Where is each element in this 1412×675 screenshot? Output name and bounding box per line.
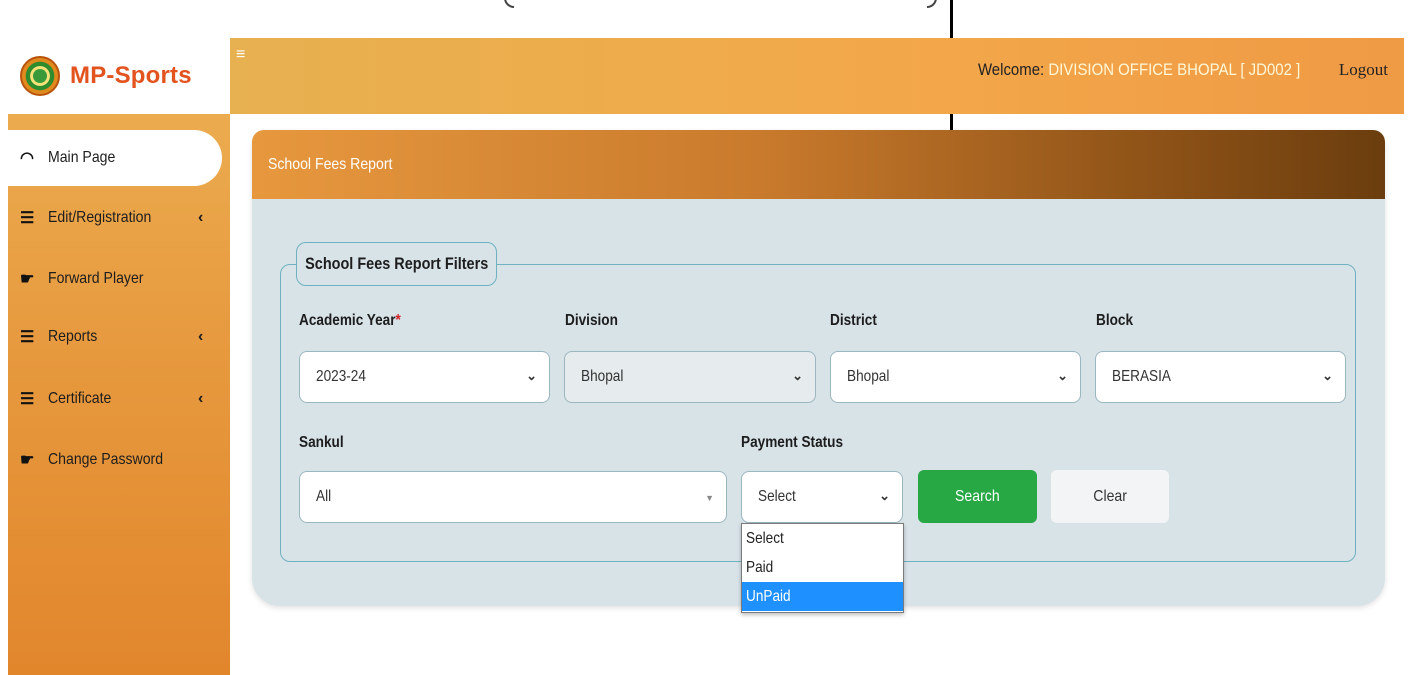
welcome-text: Welcome: DIVISION OFFICE BHOPAL [ JD002 … <box>978 60 1300 80</box>
chevron-down-icon: ⌄ <box>526 368 537 383</box>
sidebar-item-label: Reports <box>48 328 98 345</box>
hamburger-menu-icon[interactable]: ≡ <box>236 46 245 64</box>
chevron-left-icon: ‹ <box>198 390 204 407</box>
sidebar: ◠ Main Page ☰ Edit/Registration ‹ ☛ Forw… <box>8 114 230 675</box>
district-select[interactable]: Bhopal ⌄ <box>830 351 1081 403</box>
block-select[interactable]: BERASIA ⌄ <box>1095 351 1346 403</box>
sidebar-item-main-page[interactable]: ◠ Main Page <box>8 130 222 186</box>
page-title: School Fees Report <box>268 156 393 173</box>
chevron-down-icon: ⌄ <box>1057 368 1068 383</box>
clear-button[interactable]: Clear <box>1051 470 1169 523</box>
app-name: MP-Sports <box>70 62 192 89</box>
hand-point-icon: ☛ <box>20 452 35 469</box>
search-button[interactable]: Search <box>918 470 1037 523</box>
welcome-user: DIVISION OFFICE BHOPAL [ JD002 ] <box>1048 60 1300 79</box>
sidebar-item-label: Certificate <box>48 390 112 407</box>
list-icon: ☰ <box>20 210 35 227</box>
sidebar-item-label: Change Password <box>48 451 164 468</box>
payment-status-label: Payment Status <box>741 434 844 451</box>
block-label: Block <box>1096 312 1134 329</box>
app-logo[interactable]: MP-Sports <box>8 38 230 114</box>
welcome-prefix: Welcome: <box>977 60 1049 79</box>
payment-status-options: Select Paid UnPaid <box>741 523 904 613</box>
annotation-bracket-left <box>504 0 514 8</box>
list-icon: ☰ <box>20 391 35 408</box>
sankul-select[interactable]: All ▼ <box>299 471 727 523</box>
sidebar-item-edit-registration[interactable]: ☰ Edit/Registration ‹ <box>8 188 230 248</box>
sidebar-item-reports[interactable]: ☰ Reports ‹ <box>8 307 230 367</box>
division-select: Bhopal ⌄ <box>564 351 816 403</box>
hand-point-icon: ☛ <box>20 271 35 288</box>
option-select[interactable]: Select <box>742 524 903 553</box>
chevron-down-icon: ⌄ <box>1322 368 1333 383</box>
annotation-bracket-right <box>927 0 937 8</box>
chevron-down-icon: ⌄ <box>792 368 803 383</box>
filters-legend: School Fees Report Filters <box>296 242 497 286</box>
sidebar-item-certificate[interactable]: ☰ Certificate ‹ <box>8 369 230 429</box>
gauge-icon: ◠ <box>20 150 34 167</box>
chevron-left-icon: ‹ <box>198 328 204 345</box>
top-bar: ≡ Welcome: DIVISION OFFICE BHOPAL [ JD00… <box>230 38 1404 114</box>
sidebar-item-forward-player[interactable]: ☛ Forward Player <box>8 249 230 309</box>
academic-year-select[interactable]: 2023-24 ⌄ <box>299 351 550 403</box>
district-label: District <box>830 312 877 329</box>
sidebar-item-label: Main Page <box>48 149 116 166</box>
option-paid[interactable]: Paid <box>742 553 903 582</box>
sidebar-item-label: Edit/Registration <box>48 209 152 226</box>
chevron-down-icon: ⌄ <box>879 488 890 503</box>
sankul-label: Sankul <box>299 434 344 451</box>
sidebar-item-change-password[interactable]: ☛ Change Password <box>8 430 230 490</box>
division-label: Division <box>565 312 618 329</box>
academic-year-label: Academic Year* <box>299 312 401 329</box>
payment-status-select[interactable]: Select ⌄ <box>741 471 903 523</box>
list-icon: ☰ <box>20 329 35 346</box>
sidebar-item-label: Forward Player <box>48 270 144 287</box>
caret-down-icon: ▼ <box>705 493 714 503</box>
chevron-left-icon: ‹ <box>198 209 204 226</box>
card-header: School Fees Report <box>252 130 1385 199</box>
option-unpaid[interactable]: UnPaid <box>742 582 903 611</box>
emblem-icon <box>20 56 60 96</box>
logout-link[interactable]: Logout <box>1339 60 1388 80</box>
